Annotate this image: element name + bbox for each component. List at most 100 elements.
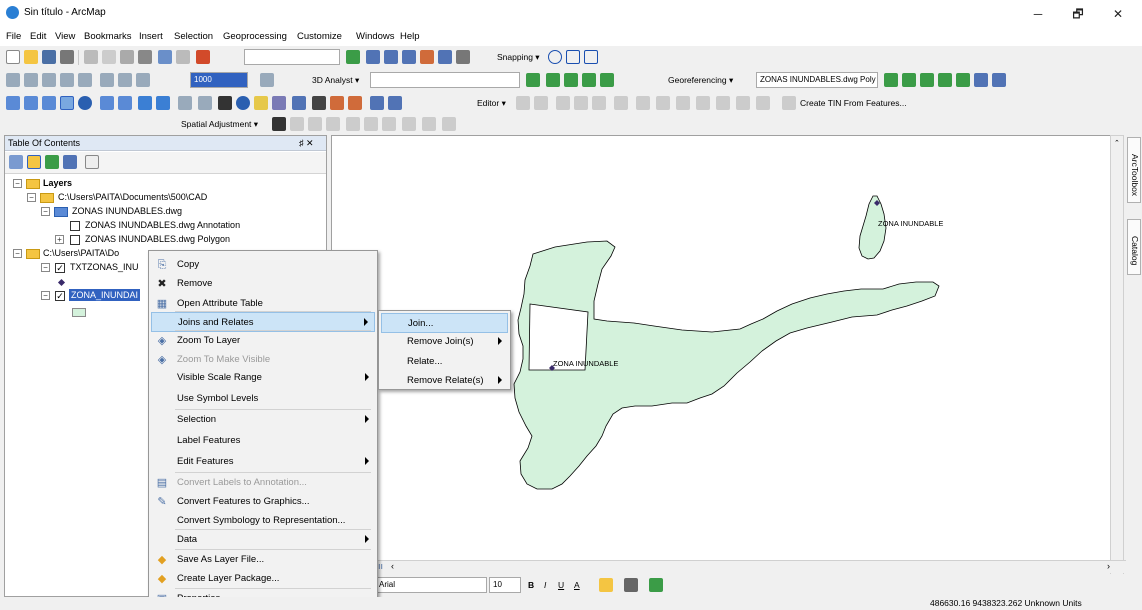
group1-collapse-icon[interactable]: −: [41, 207, 50, 216]
straight-segment-icon[interactable]: [556, 96, 570, 110]
copy-tool-icon[interactable]: [102, 50, 116, 64]
submenu-item-join[interactable]: Join...: [381, 313, 508, 333]
contour-icon[interactable]: [546, 73, 560, 87]
delete-icon[interactable]: [138, 50, 152, 64]
pan-tool-icon[interactable]: [42, 73, 56, 87]
italic-button[interactable]: I: [544, 580, 546, 590]
georef-layer-combo[interactable]: ZONAS INUNDABLES.dwg Poly: [756, 72, 878, 88]
measure-icon[interactable]: [292, 96, 306, 110]
toc-window-icon[interactable]: [366, 50, 380, 64]
context-menu-item-selection[interactable]: Selection: [151, 410, 375, 430]
context-menu-item-zoom-to-make-visible[interactable]: ◈ Zoom To Make Visible: [151, 350, 375, 370]
print-icon[interactable]: [60, 50, 74, 64]
new-limited-adjust-icon[interactable]: [364, 117, 378, 131]
add-data-icon[interactable]: [196, 50, 210, 64]
select-elements-icon[interactable]: [218, 96, 232, 110]
fixed-zoom-in-icon[interactable]: [100, 96, 114, 110]
scroll-up-icon[interactable]: ⌃: [1114, 139, 1120, 147]
menu-bookmarks[interactable]: Bookmarks: [84, 31, 132, 42]
catalog-tab[interactable]: Catalog: [1127, 219, 1141, 275]
font-color-button[interactable]: A: [574, 580, 580, 590]
list-by-selection-icon[interactable]: [63, 155, 77, 169]
profile-graph-icon[interactable]: [600, 73, 614, 87]
select-features-icon[interactable]: [178, 96, 192, 110]
line-of-sight-icon[interactable]: [582, 73, 596, 87]
layer3-icon[interactable]: [136, 73, 150, 87]
annotation-checkbox[interactable]: [70, 221, 80, 231]
menu-selection[interactable]: Selection: [174, 31, 213, 42]
context-menu-item-convert-labels-to-annotation[interactable]: ▤ Convert Labels to Annotation...: [151, 473, 375, 493]
clear-selection-icon[interactable]: [198, 96, 212, 110]
end-snapping-icon[interactable]: [566, 50, 580, 64]
layer2-icon[interactable]: [118, 73, 132, 87]
trace-icon[interactable]: [592, 96, 606, 110]
context-menu-item-convert-features-to-graphics[interactable]: ✎ Convert Features to Graphics...: [151, 492, 375, 512]
catalog-window-icon[interactable]: [384, 50, 398, 64]
zona-layer-checkbox[interactable]: ✓: [55, 291, 65, 301]
submenu-item-remove-join-s[interactable]: Remove Join(s): [381, 332, 508, 352]
fill-color-icon[interactable]: [599, 578, 613, 592]
minimize-button[interactable]: ─: [1018, 4, 1058, 24]
menu-geoprocessing[interactable]: Geoprocessing: [223, 31, 287, 42]
folder1-collapse-icon[interactable]: −: [27, 193, 36, 202]
context-menu-item-remove[interactable]: ✖ Remove: [151, 274, 375, 294]
context-menu-item-joins-and-relates[interactable]: Joins and Relates: [151, 312, 375, 332]
georeferencing-label[interactable]: Georeferencing ▾: [668, 75, 733, 86]
shift-icon[interactable]: [920, 73, 934, 87]
zoom-in-icon[interactable]: [6, 96, 20, 110]
rotate-icon[interactable]: [884, 73, 898, 87]
submenu-item-remove-relate-s[interactable]: Remove Relate(s): [381, 371, 508, 391]
new-document-icon[interactable]: [6, 50, 20, 64]
context-menu-item-edit-features[interactable]: Edit Features: [151, 452, 375, 472]
reshape-icon[interactable]: [656, 96, 670, 110]
sketch-properties-icon[interactable]: [756, 96, 770, 110]
attribute-transfer-icon[interactable]: [442, 117, 456, 131]
marker-color-icon[interactable]: [649, 578, 663, 592]
arctoolbox-tab[interactable]: ArcToolbox: [1127, 137, 1141, 203]
point-icon[interactable]: [614, 96, 628, 110]
pan-active-icon[interactable]: [60, 96, 74, 110]
submenu-item-relate[interactable]: Relate...: [381, 352, 508, 372]
cut-icon[interactable]: [84, 50, 98, 64]
layout-view-toggle-icon[interactable]: ıı: [378, 561, 383, 571]
undo-icon[interactable]: [158, 50, 172, 64]
create-tin-button[interactable]: Create TIN From Features...: [800, 98, 907, 108]
select-adjust-icon[interactable]: [272, 117, 286, 131]
viewer-window-icon[interactable]: [388, 96, 402, 110]
edit-tool-icon[interactable]: [516, 96, 530, 110]
maximize-button[interactable]: 🗗: [1058, 4, 1098, 24]
modelbuilder-icon[interactable]: [456, 50, 470, 64]
editor-menu-label[interactable]: Editor ▾: [477, 98, 506, 109]
new-displacement-link-icon[interactable]: [290, 117, 304, 131]
full-extent-icon[interactable]: [6, 73, 20, 87]
editor-toolbar-icon[interactable]: [346, 50, 360, 64]
end-point-arc-icon[interactable]: [574, 96, 588, 110]
zoom-out-icon[interactable]: [24, 96, 38, 110]
back-extent-icon[interactable]: [60, 73, 74, 87]
find-route-icon[interactable]: [330, 96, 344, 110]
zona-layer-label-selected[interactable]: ZONA_INUNDAI: [69, 289, 141, 301]
context-menu-item-zoom-to-layer[interactable]: ◈ Zoom To Layer: [151, 331, 375, 351]
bold-button[interactable]: B: [528, 580, 534, 590]
arctoolbox-icon[interactable]: [420, 50, 434, 64]
3d-analyst-label[interactable]: 3D Analyst ▾: [312, 75, 359, 86]
html-popup-icon[interactable]: [272, 96, 286, 110]
forward-extent-icon[interactable]: [78, 73, 92, 87]
menu-view[interactable]: View: [55, 31, 75, 42]
font-size-combo[interactable]: 10: [489, 577, 521, 593]
scroll-left-icon[interactable]: ‹: [391, 561, 394, 571]
context-menu-item-create-layer-package[interactable]: ◆ Create Layer Package...: [151, 569, 375, 589]
map-horizontal-scrollbar[interactable]: ıı ‹ ›: [331, 560, 1126, 573]
go-forward-icon[interactable]: [156, 96, 170, 110]
map-scale-combo[interactable]: [244, 49, 340, 65]
annotation-layer-label[interactable]: ZONAS INUNDABLES.dwg Annotation: [85, 220, 240, 230]
paste-icon[interactable]: [120, 50, 134, 64]
steepest-path-icon[interactable]: [564, 73, 578, 87]
edit-annotation-icon[interactable]: [534, 96, 548, 110]
scale-value-field[interactable]: 1000: [190, 72, 248, 88]
txt-layer-checkbox[interactable]: ✓: [55, 263, 65, 273]
context-menu-item-use-symbol-levels[interactable]: Use Symbol Levels: [151, 389, 375, 409]
zona-layer-collapse-icon[interactable]: −: [41, 291, 50, 300]
underline-button[interactable]: U: [558, 580, 564, 590]
find-icon[interactable]: [312, 96, 326, 110]
